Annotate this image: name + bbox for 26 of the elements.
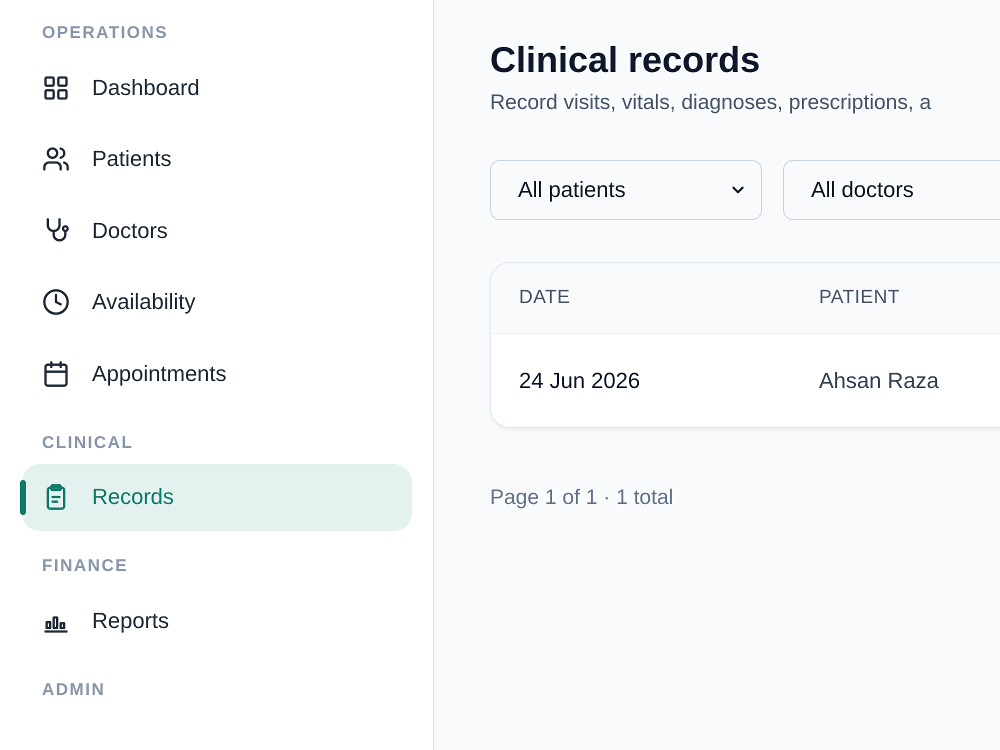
- column-header: PATIENT: [819, 287, 900, 309]
- calendar-icon: [42, 360, 70, 388]
- column-header: DATE: [519, 287, 572, 309]
- nav-item[interactable]: Doctors: [22, 197, 412, 264]
- pagination-summary: Page 1 of 1 · 1 total: [490, 486, 674, 510]
- section-heading: OPERATIONS: [42, 22, 168, 44]
- page-title: Clinical records: [490, 38, 760, 82]
- nav-item[interactable]: Availability: [22, 268, 412, 336]
- filter-select[interactable]: All patients: [490, 160, 762, 220]
- filter-select[interactable]: All doctors: [783, 160, 1000, 220]
- clock-icon: [42, 288, 70, 316]
- nav-item[interactable]: Reports: [22, 587, 412, 654]
- page-subtitle: Record visits, vitals, diagnoses, prescriptions, a: [490, 90, 932, 116]
- section-heading: ADMIN: [42, 678, 106, 700]
- grid-icon: [42, 74, 70, 102]
- table-cell: Ahsan Raza: [819, 368, 939, 394]
- section-heading: CLINICAL: [42, 432, 134, 454]
- users-icon: [42, 145, 70, 173]
- active-indicator: [20, 480, 26, 514]
- table-row[interactable]: 24 Jun 2026 Ahsan Raza: [491, 334, 1000, 427]
- nav-item[interactable]: Records: [22, 464, 412, 530]
- table-cell-text: 24 Jun 2026: [519, 368, 642, 394]
- nav-item[interactable]: Appointments: [22, 340, 412, 407]
- section-heading: FINANCE: [42, 555, 128, 577]
- nav-item[interactable]: Patients: [22, 126, 412, 192]
- nav-item[interactable]: Dashboard: [22, 54, 412, 121]
